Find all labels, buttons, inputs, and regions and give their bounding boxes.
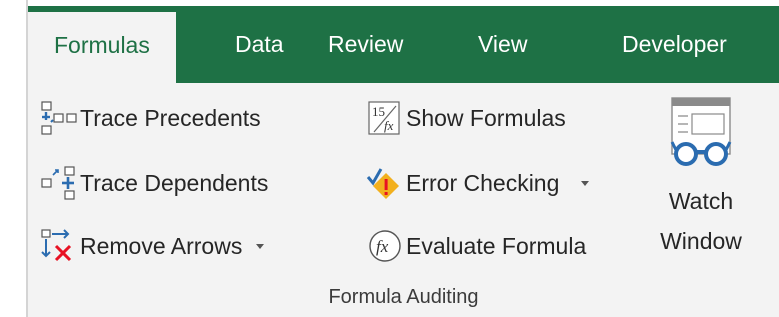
error-checking-dropdown-icon[interactable] [581,180,590,186]
svg-text:fx: fx [384,118,394,133]
evaluate-formula-button[interactable]: fx Evaluate Formula [366,226,586,266]
tab-view[interactable]: View [478,6,527,83]
remove-arrows-button[interactable]: Remove Arrows [40,226,265,266]
tab-developer[interactable]: Developer [622,6,727,83]
tab-data[interactable]: Data [235,6,284,83]
remove-arrows-icon [40,228,78,264]
svg-text:15: 15 [372,104,385,119]
error-checking-icon [366,165,404,201]
error-checking-button[interactable]: Error Checking [366,163,590,203]
watch-window-label-line2: Window [660,228,742,254]
excel-ribbon: Formulas Data Review View Developer Trac… [0,0,779,317]
watch-window-icon [670,97,732,166]
remove-arrows-dropdown-icon[interactable] [256,243,265,249]
show-formulas-button[interactable]: 15 fx Show Formulas [366,98,566,138]
trace-dependents-label: Trace Dependents [80,169,269,196]
svg-text:fx: fx [376,237,389,256]
tab-review[interactable]: Review [328,6,403,83]
show-formulas-icon: 15 fx [366,100,404,136]
watch-window-label-line1: Watch [668,188,734,214]
group-label-formula-auditing: Formula Auditing [328,286,479,308]
remove-arrows-label: Remove Arrows [80,232,243,259]
evaluate-formula-label: Evaluate Formula [406,232,587,259]
error-checking-label: Error Checking [406,169,560,196]
trace-dependents-button[interactable]: Trace Dependents [40,163,268,203]
trace-precedents-icon [40,100,78,136]
trace-dependents-icon [40,165,78,201]
evaluate-formula-icon: fx [366,228,404,264]
tab-formulas[interactable]: Formulas [28,12,176,89]
trace-precedents-button[interactable]: Trace Precedents [40,98,261,138]
ribbon-tab-bar: Formulas Data Review View Developer [28,6,779,89]
watch-window-button[interactable]: Watch Window [638,86,764,266]
show-formulas-label: Show Formulas [406,104,566,131]
trace-precedents-label: Trace Precedents [80,104,261,131]
